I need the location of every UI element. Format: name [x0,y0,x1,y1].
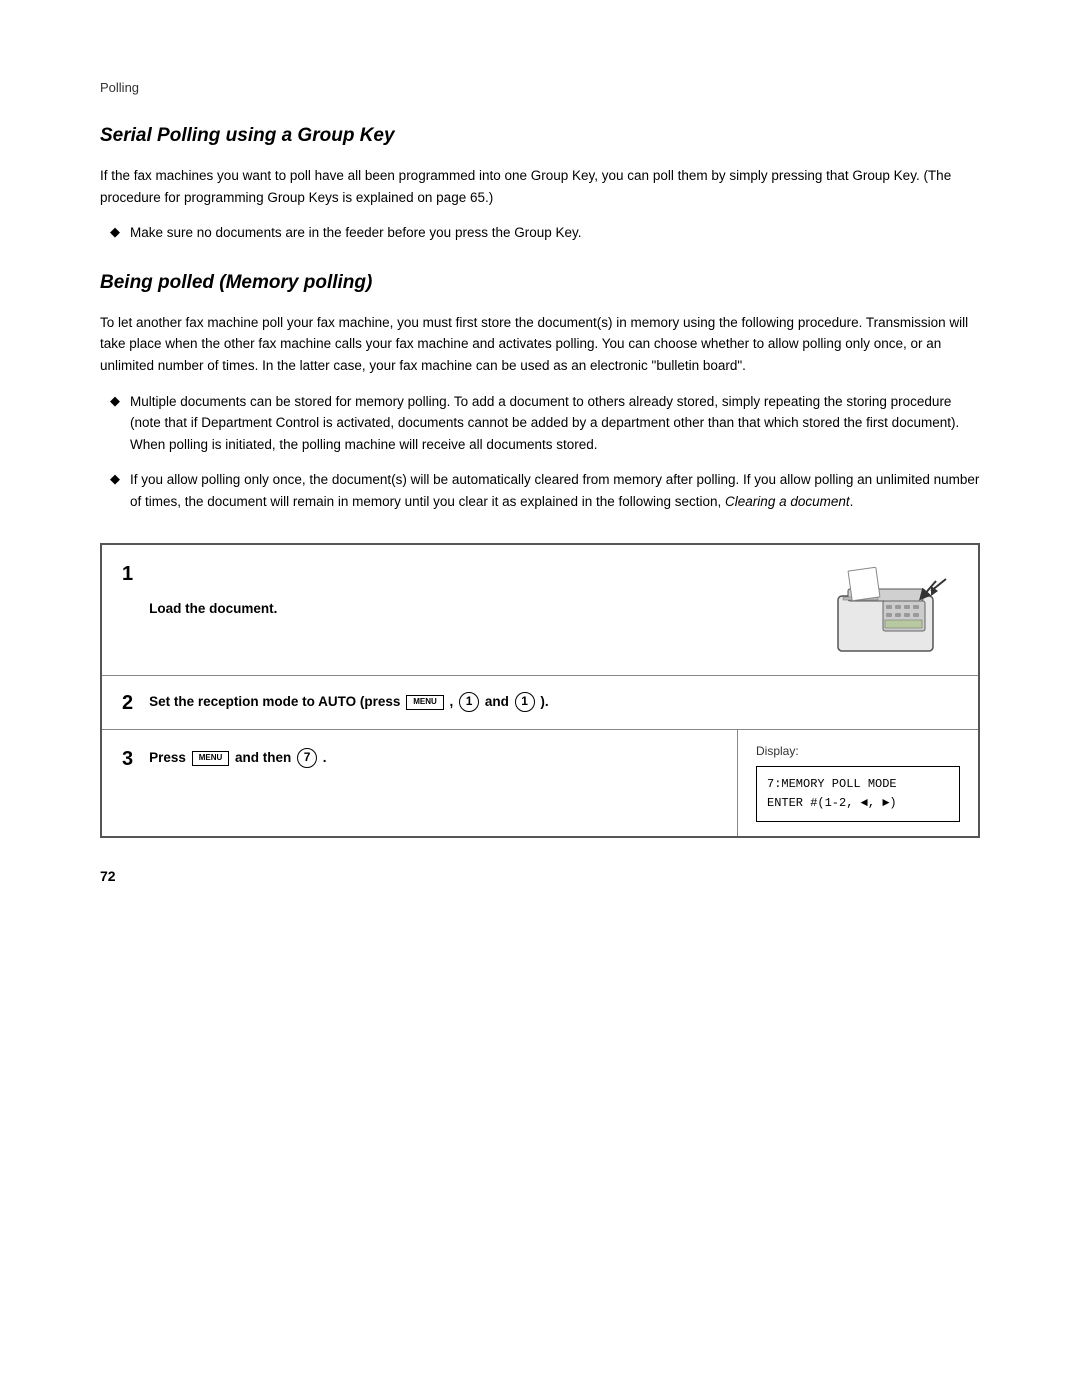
step1-image [828,561,958,659]
display-screen: 7:MEMORY POLL MODE ENTER #(1-2, ◄, ►) [756,766,960,822]
bullet2-italic: Clearing a document [725,494,850,509]
section2-bullet2: ◆ If you allow polling only once, the do… [100,469,980,512]
header-label: Polling [100,80,980,95]
step3-press-text: Press [149,750,186,765]
step3-and-then: and then [235,750,291,765]
step1-content: Load the document. [149,599,808,619]
step3-content: Press MENU and then 7 . [149,748,717,768]
bullet2-end: . [850,494,854,509]
page: Polling Serial Polling using a Group Key… [0,0,1080,1397]
step2-row: 2 Set the reception mode to AUTO (press … [102,676,978,730]
bullet-diamond-icon-3: ◆ [110,471,120,487]
instruction-box: 1 Load the document. [100,543,980,838]
page-number: 72 [100,868,980,884]
section2: Being polled (Memory polling) To let ano… [100,272,980,513]
section1: Serial Polling using a Group Key If the … [100,125,980,244]
circle-key-7: 7 [297,748,317,768]
circle-key-1a: 1 [459,692,479,712]
section1-title: Serial Polling using a Group Key [100,125,980,147]
step2-comma: , [450,694,454,709]
section1-bullet-text: Make sure no documents are in the feeder… [130,222,582,244]
menu-key-step2: MENU [406,695,444,710]
step2-text-after: ). [540,694,548,709]
step1-text: Load the document. [149,601,277,616]
section2-bullet2-text: If you allow polling only once, the docu… [130,469,980,512]
section2-bullet1: ◆ Multiple documents can be stored for m… [100,391,980,456]
step2-text-before: Set the reception mode to AUTO (press [149,694,400,709]
section2-title: Being polled (Memory polling) [100,272,980,294]
step3-number: 3 [122,746,133,771]
step3-inner: 3 Press MENU and then 7 . [122,746,717,771]
menu-label-step2: MENU [413,698,437,706]
section2-bullet1-text: Multiple documents can be stored for mem… [130,391,980,456]
bullet-diamond-icon-2: ◆ [110,393,120,409]
step2-content: Set the reception mode to AUTO (press ME… [149,692,958,712]
fax-machine-icon [828,561,958,656]
bullet-diamond-icon: ◆ [110,224,120,240]
step3-right: Display: 7:MEMORY POLL MODE ENTER #(1-2,… [738,730,978,836]
section1-bullet: ◆ Make sure no documents are in the feed… [100,222,980,244]
step1-row: 1 Load the document. [102,545,978,676]
step2-and: and [485,694,509,709]
step3-left: 3 Press MENU and then 7 . [102,730,738,836]
section2-intro: To let another fax machine poll your fax… [100,312,980,377]
step2-number: 2 [122,690,133,715]
display-line2: ENTER #(1-2, ◄, ►) [767,794,949,813]
step3-period: . [323,750,327,765]
menu-label-step3: MENU [199,754,223,762]
step1-number: 1 [122,561,133,586]
step3-row: 3 Press MENU and then 7 . Display: 7:MEM… [102,730,978,836]
display-label: Display: [756,744,960,758]
menu-key-step3: MENU [192,751,230,766]
section1-intro: If the fax machines you want to poll hav… [100,165,980,208]
display-line1: 7:MEMORY POLL MODE [767,775,949,794]
circle-key-1b: 1 [515,692,535,712]
